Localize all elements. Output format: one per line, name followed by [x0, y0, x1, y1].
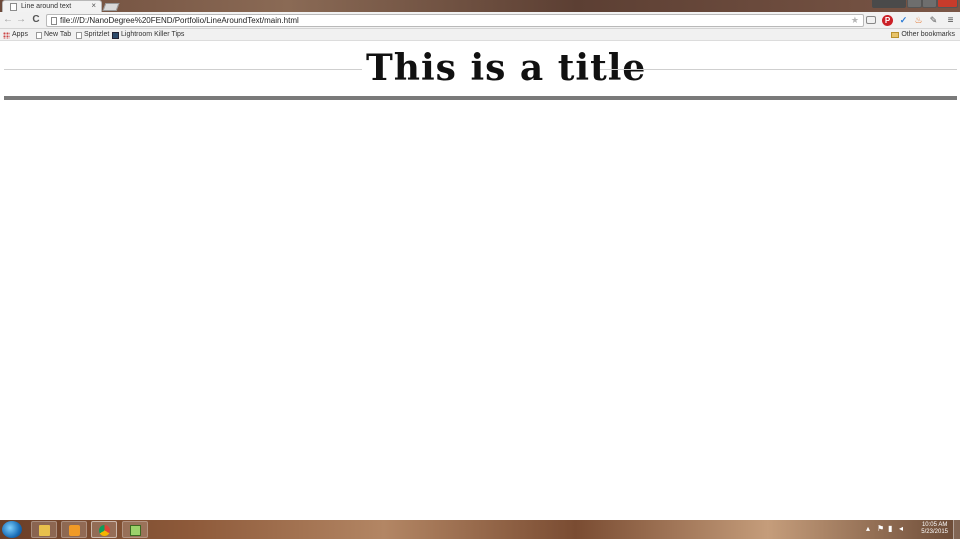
page-icon	[36, 31, 42, 39]
title-underline-rule	[4, 96, 957, 100]
chrome-taskbar-button[interactable]	[91, 521, 117, 538]
browser-toolbar: ← → C file:///D:/NanoDegree%20FEND/Portf…	[0, 12, 960, 29]
system-tray: ▴ ⚑ ▮ ◂ 10:05 AM 5/23/2015	[862, 520, 960, 539]
show-desktop-button[interactable]	[953, 520, 960, 539]
reload-button[interactable]: C	[30, 14, 42, 26]
minimize-button[interactable]	[907, 0, 922, 8]
bookmark-apps[interactable]: Apps	[3, 30, 28, 40]
folder-icon	[891, 32, 900, 38]
new-tab-button[interactable]	[102, 3, 120, 11]
puzzle-icon[interactable]: ✎	[928, 15, 939, 26]
other-bookmarks[interactable]: Other bookmarks	[891, 30, 955, 40]
show-hidden-icons-icon[interactable]: ▴	[866, 524, 870, 534]
clock-time: 10:05 AM	[921, 522, 948, 528]
file-explorer-button[interactable]	[31, 521, 57, 538]
user-profile-button[interactable]	[872, 0, 906, 8]
apps-grid-icon	[3, 31, 10, 39]
pinterest-icon[interactable]: P	[882, 15, 893, 26]
start-button[interactable]	[2, 521, 22, 538]
media-player-icon	[69, 525, 80, 536]
title-right-line	[600, 69, 957, 70]
file-explorer-icon	[39, 525, 50, 536]
maximize-button[interactable]	[922, 0, 937, 8]
browser-tab-strip: Line around text ×	[0, 0, 960, 12]
bookmark-label: Other bookmarks	[901, 31, 955, 38]
bookmark-label: Spritzlet	[84, 31, 110, 38]
lightroom-icon	[112, 31, 119, 39]
notepad-icon	[130, 525, 141, 536]
notepad-taskbar-button[interactable]	[122, 521, 148, 538]
back-button[interactable]: ←	[2, 14, 14, 26]
page-icon	[10, 3, 17, 11]
chrome-menu-icon[interactable]: ≡	[945, 15, 956, 26]
window-close-button[interactable]	[937, 0, 958, 8]
page-viewport: This is a title	[0, 42, 960, 520]
page-icon	[51, 17, 57, 25]
url-text[interactable]: file:///D:/NanoDegree%20FEND/Portfolio/L…	[60, 16, 299, 26]
fire-icon[interactable]: ♨	[913, 15, 924, 26]
checkmark-icon[interactable]: ✓	[898, 15, 909, 26]
bookmark-label: Apps	[12, 31, 28, 38]
bookmarks-bar: Apps New Tab Spritzlet Lightroom Killer …	[0, 29, 960, 41]
clock-date: 5/23/2015	[921, 529, 948, 535]
media-player-button[interactable]	[61, 521, 87, 538]
forward-button[interactable]: →	[15, 14, 27, 26]
bookmark-new-tab[interactable]: New Tab	[36, 30, 71, 40]
windows-taskbar: ▴ ⚑ ▮ ◂ 10:05 AM 5/23/2015	[0, 520, 960, 539]
bookmark-star-icon[interactable]: ★	[851, 15, 859, 26]
taskbar-clock[interactable]: 10:05 AM 5/23/2015	[921, 522, 948, 536]
page-title: This is a title	[366, 47, 647, 89]
network-icon[interactable]: ▮	[888, 524, 892, 534]
bookmark-label: Lightroom Killer Tips	[121, 31, 185, 38]
page-icon	[76, 31, 82, 39]
bookmark-label: New Tab	[44, 31, 72, 38]
tab-title: Line around text	[21, 3, 72, 10]
address-bar[interactable]: file:///D:/NanoDegree%20FEND/Portfolio/L…	[46, 14, 864, 27]
title-header: This is a title	[4, 47, 957, 89]
cast-icon[interactable]	[866, 16, 876, 24]
browser-tab[interactable]: Line around text ×	[2, 0, 102, 12]
chrome-icon	[99, 525, 110, 536]
close-tab-icon[interactable]: ×	[91, 1, 96, 11]
flag-icon[interactable]: ⚑	[877, 524, 884, 534]
bookmark-spritzlet[interactable]: Spritzlet	[76, 30, 109, 40]
volume-icon[interactable]: ◂	[899, 524, 903, 534]
bookmark-lightroom-killer-tips[interactable]: Lightroom Killer Tips	[112, 30, 184, 40]
title-left-line	[4, 69, 362, 70]
